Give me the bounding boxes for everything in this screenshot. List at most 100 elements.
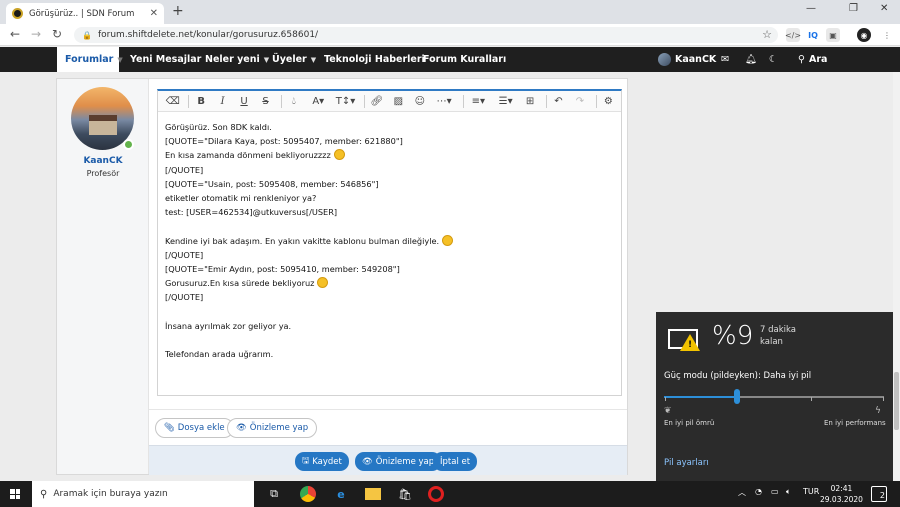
table-icon[interactable]: ⊞ [521,93,538,109]
editor-line: test: [USER=462534]@utkuversus[/USER] [165,207,338,218]
nav-label: Teknoloji Haberleri [324,54,425,65]
link-icon[interactable]: 🔗︎ [368,93,385,109]
chevron-down-icon[interactable]: ▼ [117,56,122,64]
editor-line: Görüşürüz. Son 8DK kaldı. [165,122,272,132]
tray-chevron-up-icon[interactable]: ︿ [738,487,746,498]
eye-icon: 👁︎ [362,456,373,467]
close-tab-icon[interactable]: ✕ [150,8,158,19]
eye-icon: 👁︎ [236,423,247,433]
more-options-icon[interactable]: ⋯▾ [433,93,456,109]
notification-center-icon[interactable]: 2 [871,486,887,502]
url-field[interactable]: 🔒 forum.shiftdelete.net/konular/gorusuru… [74,27,778,43]
close-window-icon[interactable]: ✕ [880,3,888,14]
search-icon: ⚲ [40,488,48,500]
battery-tray-icon[interactable]: ▭ [771,487,779,496]
waving-hand-emoji-icon [333,149,345,161]
paperclip-icon: 📎︎ [164,423,175,433]
edge-icon[interactable]: e [333,486,349,502]
browser-tab[interactable]: Görüşürüz.. | SDN Forum ✕ [6,3,164,24]
undo-icon[interactable]: ↶ [550,93,567,109]
nav-forum-kurallari[interactable]: Forum Kuralları [423,47,506,72]
new-tab-button[interactable]: + [172,3,184,19]
form-footer: 🖫 Kaydet 👁︎ Önizleme yap İptal et [149,445,627,475]
chevron-down-icon[interactable]: ▼ [264,56,269,64]
eraser-icon[interactable]: ⌫ [164,93,181,109]
lock-icon: 🔒 [82,30,92,40]
font-family-icon[interactable]: A▾ [307,93,330,109]
list-icon[interactable]: ☰▾ [494,93,517,109]
taskbar-search[interactable]: ⚲ Aramak için buraya yazın [32,481,254,507]
align-icon[interactable]: ≡▾ [467,93,490,109]
emoji-icon[interactable]: ☺ [411,93,428,109]
battery-flyout: ! %9 7 dakika kalan Güç modu (pildeyken)… [656,312,893,481]
scrollbar-thumb[interactable] [894,372,899,430]
preview-button[interactable]: 👁︎ Önizleme yap [227,418,318,438]
lightning-icon: ϟ [875,406,881,416]
nav-forumlar[interactable]: Forumlar ▼ [57,47,123,72]
bell-icon[interactable]: 🔔︎ [745,47,757,72]
extension-iq-icon[interactable]: IQ [806,28,820,42]
username[interactable]: KaanCK [57,156,149,166]
leaf-icon: ❦ [664,406,672,416]
moon-icon[interactable]: ☾ [769,47,778,72]
bold-icon[interactable]: B [192,93,209,109]
battery-settings-link[interactable]: Pil ayarları [664,458,709,468]
browser-tab-bar: Görüşürüz.. | SDN Forum ✕ + — ❐ ✕ [0,0,900,24]
color-drop-icon[interactable]: 💧︎ [285,93,302,109]
editor-line: [/QUOTE] [165,249,204,260]
taskbar-clock[interactable]: 02:41 29.03.2020 [820,483,863,505]
inbox-icon[interactable]: ✉ [721,47,729,72]
volume-icon[interactable]: 🔈︎ [786,487,791,497]
font-size-icon[interactable]: T↕▾ [334,93,357,109]
opera-icon[interactable] [428,486,444,502]
save-button[interactable]: 🖫 Kaydet [295,452,349,471]
slider-left-label: En iyi pil ömrü [664,419,715,427]
editor-line: Kendine iyi bak adaşım. En yakın vakitte… [165,234,613,248]
forward-icon[interactable]: → [31,27,41,41]
editor-line: [/QUOTE] [165,164,204,175]
preview2-label: Önizleme yap [375,456,435,467]
file-explorer-icon[interactable] [365,488,381,500]
language-indicator[interactable]: TUR [803,487,819,496]
cancel-button[interactable]: İptal et [433,452,478,471]
bookmark-star-icon[interactable]: ☆ [762,28,772,41]
store-icon[interactable]: 🛍︎ [397,486,413,502]
nav-uyeler[interactable]: Üyeler ▼ [272,47,316,72]
wifi-icon[interactable]: ◔ [755,487,762,496]
underline-icon[interactable]: U [235,93,252,109]
extension-icon[interactable]: ▣ [826,28,840,42]
attach-file-button[interactable]: 📎︎ Dosya ekle [155,418,234,438]
chrome-icon[interactable] [300,486,316,502]
strikethrough-icon[interactable]: S [257,93,274,109]
image-icon[interactable]: ▨ [390,93,407,109]
user-role: Profesör [86,169,120,178]
settings-gear-icon[interactable]: ⚙ [600,93,617,109]
smile-emoji-icon [442,234,454,246]
nav-neler-yeni[interactable]: Neler yeni ▼ [205,47,269,72]
extension-code-icon[interactable]: </> [785,28,801,42]
chevron-down-icon[interactable]: ▼ [311,56,316,64]
back-icon[interactable]: ← [10,27,20,41]
avatar [658,53,671,66]
nav-user-menu[interactable]: KaanCK [658,47,716,72]
nav-teknoloji-haberleri[interactable]: Teknoloji Haberleri [324,47,425,72]
profile-avatar-icon[interactable]: ◉ [857,28,871,42]
editor-content[interactable]: Görüşürüz. Son 8DK kaldı. [QUOTE="Dilara… [165,120,613,361]
preview-submit-button[interactable]: 👁︎ Önizleme yap [355,452,442,471]
italic-icon[interactable]: I [214,93,231,109]
windows-start-icon[interactable] [10,489,20,499]
search-icon: ⚲ [798,54,805,65]
restore-icon[interactable]: ❐ [849,3,858,14]
redo-icon[interactable]: ↷ [571,93,588,109]
editor-line: İnsana ayrılmak zor geliyor ya. [165,320,292,331]
power-slider-thumb[interactable] [733,389,740,404]
task-view-icon[interactable]: ⧉ [266,486,282,502]
reload-icon[interactable]: ↻ [52,27,62,41]
editor-line: [QUOTE="Dilara Kaya, post: 5095407, memb… [165,136,403,147]
menu-dots-icon[interactable]: ⋮ [880,28,894,42]
nav-yeni-mesajlar[interactable]: Yeni Mesajlar [130,47,201,72]
nav-label: Yeni Mesajlar [130,54,202,65]
nav-search[interactable]: ⚲ Ara [798,47,827,72]
minimize-icon[interactable]: — [806,3,816,14]
message-editor[interactable]: ⌫ B I U S 💧︎ A▾ T↕▾ 🔗︎ ▨ ☺ ⋯▾ ≡▾ ☰▾ ⊞ ↶ … [157,89,622,396]
